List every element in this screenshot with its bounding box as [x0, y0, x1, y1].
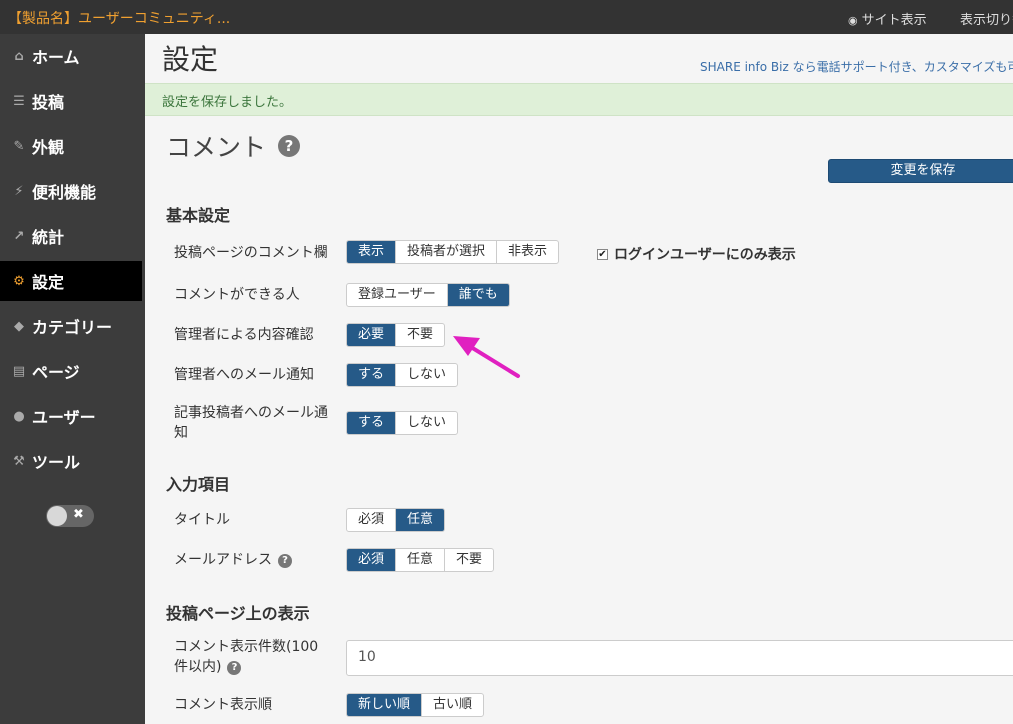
title-field-segment: 必須 任意 [346, 508, 446, 532]
brush-icon: ✎ [13, 138, 25, 154]
comment-count-label-line1: コメント表示件数(100 [174, 639, 319, 655]
sidebar-item-categories[interactable]: ◆ カテゴリー [0, 306, 145, 346]
sidebar-item-label: 投稿 [32, 93, 65, 112]
section-title-label: コメント [166, 133, 267, 162]
close-icon: ✖ [73, 507, 84, 522]
admin-review-option-required[interactable]: 必要 [347, 324, 396, 346]
sidebar-item-appearance[interactable]: ✎ 外観 [0, 126, 145, 166]
comment-order-label: コメント表示順 [174, 697, 272, 713]
login-only-checkbox[interactable]: ✔ ログインユーザーにのみ表示 [597, 244, 796, 264]
admin-mail-option-yes[interactable]: する [347, 364, 396, 386]
who-can-comment-option-registered[interactable]: 登録ユーザー [347, 284, 447, 306]
comment-field-label: 投稿ページのコメント欄 [174, 245, 328, 261]
site-view-link[interactable]: ◉ サイト表示 [848, 9, 927, 28]
admin-review-option-not-required[interactable]: 不要 [395, 324, 444, 346]
comment-field-option-hide[interactable]: 非表示 [496, 241, 558, 263]
home-icon: ⌂ [14, 48, 24, 64]
saved-notice: 設定を保存しました。 [145, 83, 1013, 116]
save-changes-button[interactable]: 変更を保存 [828, 159, 1013, 183]
sidebar-item-label: ツール [32, 453, 81, 472]
wrench-icon: ⚒ [13, 453, 25, 469]
section-title: コメント ? [166, 128, 301, 164]
mail-field-option-required[interactable]: 必須 [347, 549, 396, 571]
sidebar-item-label: ページ [32, 363, 80, 382]
comment-field-option-show[interactable]: 表示 [347, 241, 396, 263]
mail-field-option-optional[interactable]: 任意 [395, 549, 444, 571]
title-field-label: タイトル [174, 512, 230, 528]
comment-count-label-line2: 件以内) [174, 659, 222, 675]
sidebar-item-label: 便利機能 [32, 183, 97, 202]
comment-order-option-oldest[interactable]: 古い順 [421, 694, 483, 716]
login-only-label: ログインユーザーにのみ表示 [614, 247, 796, 263]
sidebar: ⌂ ホーム ☰ 投稿 ✎ 外観 ⚡ 便利機能 ↗ 統計 ⚙ 設定 ◆ カテゴリー ▤ ページ ●… [0, 34, 145, 724]
comment-count-label: コメント表示件数(100 件以内)? [174, 637, 318, 677]
view-switch-link[interactable]: 表示切り替 [960, 9, 1013, 28]
sidebar-item-label: ユーザー [32, 408, 96, 427]
author-mail-label: 記事投稿者へのメール通 知 [174, 403, 328, 443]
admin-mail-label: 管理者へのメール通知 [174, 367, 314, 383]
title-field-option-required[interactable]: 必須 [347, 509, 395, 531]
admin-review-segment: 必要 不要 [346, 323, 446, 347]
author-mail-option-yes[interactable]: する [347, 412, 396, 434]
sidebar-item-settings[interactable]: ⚙ 設定 [0, 261, 142, 301]
author-mail-option-no[interactable]: しない [395, 412, 457, 434]
help-icon[interactable]: ? [278, 135, 301, 157]
sidebar-item-tools[interactable]: ⚒ ツール [0, 441, 145, 481]
sidebar-item-features[interactable]: ⚡ 便利機能 [0, 171, 145, 211]
chart-icon: ↗ [13, 228, 25, 244]
comment-order-option-newest[interactable]: 新しい順 [347, 694, 422, 716]
mail-field-label: メールアドレス? [174, 550, 292, 570]
sidebar-item-stats[interactable]: ↗ 統計 [0, 216, 145, 256]
input-items-heading: 入力項目 [166, 475, 231, 494]
who-can-comment-segment: 登録ユーザー 誰でも [346, 283, 510, 307]
check-icon: ✔ [597, 248, 608, 260]
page-icon: ▤ [12, 363, 26, 379]
sidebar-item-label: 設定 [32, 273, 65, 292]
page-title: 設定 [162, 43, 219, 76]
users-icon: ● [13, 408, 25, 424]
sidebar-item-label: 統計 [32, 228, 65, 247]
sidebar-item-label: ホーム [32, 48, 80, 67]
sidebar-item-home[interactable]: ⌂ ホーム [0, 36, 145, 76]
author-mail-label-line1: 記事投稿者へのメール通 [174, 405, 328, 421]
author-mail-segment: する しない [346, 411, 459, 435]
admin-review-label: 管理者による内容確認 [174, 327, 314, 343]
top-bar: 【製品名】ユーザーコミュニティ... ◉サイト表示 表示切り替 [0, 0, 1013, 34]
mail-field-segment: 必須 任意 不要 [346, 548, 495, 572]
sidebar-item-pages[interactable]: ▤ ページ [0, 351, 145, 391]
comment-field-option-author[interactable]: 投稿者が選択 [395, 241, 496, 263]
help-icon[interactable]: ? [278, 554, 292, 568]
plug-icon: ⚡ [14, 183, 24, 199]
who-can-comment-label: コメントができる人 [174, 287, 300, 303]
comment-count-input[interactable]: 10 [346, 640, 1013, 676]
toggle-knob [47, 506, 67, 526]
site-brand-link[interactable]: 【製品名】ユーザーコミュニティ... [8, 8, 230, 28]
list-icon: ☰ [13, 93, 25, 109]
author-mail-label-line2: 知 [174, 425, 188, 441]
basic-settings-heading: 基本設定 [166, 206, 231, 225]
comment-order-segment: 新しい順 古い順 [346, 693, 485, 717]
sidebar-item-users[interactable]: ● ユーザー [0, 396, 145, 436]
site-view-label: サイト表示 [861, 13, 927, 28]
mail-field-label-text: メールアドレス [174, 552, 272, 568]
admin-mail-segment: する しない [346, 363, 459, 387]
sidebar-item-label: カテゴリー [32, 318, 113, 337]
comment-count-label-line2-wrap: 件以内)? [174, 657, 318, 677]
who-can-comment-option-anyone[interactable]: 誰でも [446, 284, 509, 306]
display-heading: 投稿ページ上の表示 [166, 604, 310, 623]
sidebar-item-posts[interactable]: ☰ 投稿 [0, 81, 145, 121]
tags-icon: ◆ [14, 318, 24, 334]
title-field-option-optional[interactable]: 任意 [395, 509, 445, 531]
sidebar-collapse-toggle[interactable]: ✖ [46, 505, 94, 527]
eye-icon: ◉ [848, 14, 858, 27]
annotation-arrow [453, 336, 520, 378]
help-icon[interactable]: ? [227, 661, 242, 675]
gears-icon: ⚙ [13, 273, 25, 289]
sidebar-item-label: 外観 [32, 138, 65, 157]
comment-field-segment: 表示 投稿者が選択 非表示 [346, 240, 560, 264]
promo-link[interactable]: SHARE info Biz なら電話サポート付き、カスタマイズも可 [700, 58, 1013, 75]
mail-field-option-none[interactable]: 不要 [444, 549, 493, 571]
